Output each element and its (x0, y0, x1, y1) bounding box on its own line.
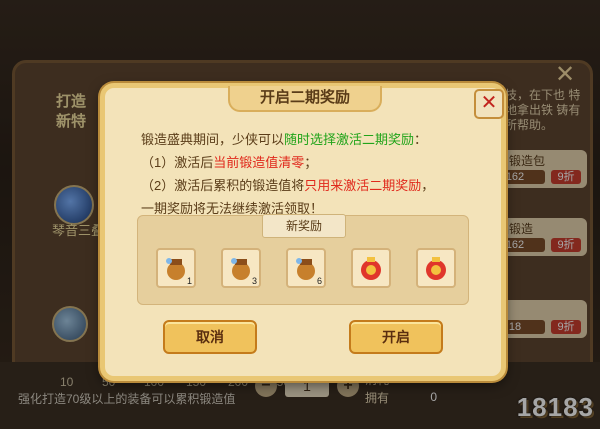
dialog-buttons: 取消 开启 (163, 320, 443, 354)
reward-item[interactable]: 1 (156, 248, 196, 288)
dialog-description: 锻造盛典期间，少侠可以随时选择激活二期奖励： （1）激活后当前锻造值清零； （2… (141, 132, 435, 216)
activate-reward-dialog: 开启二期奖励 ✕ 锻造盛典期间，少侠可以随时选择激活二期奖励： （1）激活后当前… (100, 83, 506, 381)
reward-item[interactable]: 3 (221, 248, 261, 288)
reward-list: 1 3 6 (156, 248, 456, 288)
confirm-button[interactable]: 开启 (349, 320, 443, 354)
reward-item[interactable]: 6 (286, 248, 326, 288)
red-bag-icon (361, 257, 381, 280)
reward-title: 新奖励 (262, 214, 346, 238)
red-bag-icon (426, 257, 446, 280)
new-rewards-box: 新奖励 1 3 6 (137, 214, 469, 305)
cancel-button[interactable]: 取消 (163, 320, 257, 354)
reward-item[interactable] (416, 248, 456, 288)
reward-item[interactable] (351, 248, 391, 288)
close-button[interactable]: ✕ (474, 89, 504, 119)
dialog-title: 开启二期奖励 (228, 86, 382, 112)
